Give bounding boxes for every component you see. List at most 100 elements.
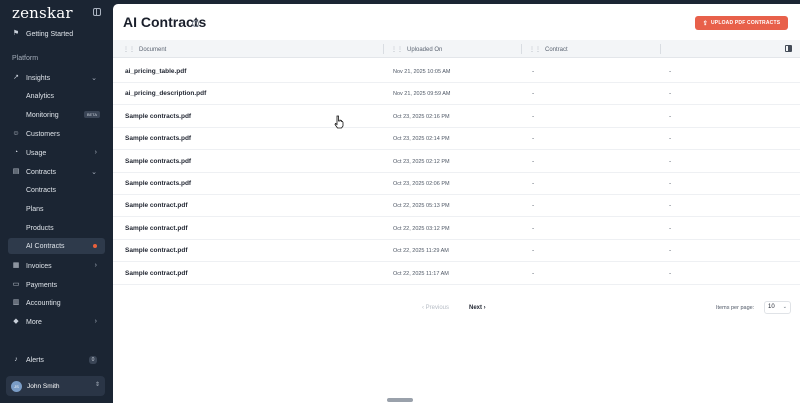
sidebar-item-ai-contracts[interactable]: AI Contracts <box>8 238 105 254</box>
sidebar-item-label: Products <box>26 224 54 232</box>
drag-handle-icon[interactable]: ⋮⋮ <box>391 47 403 53</box>
avatar: JS <box>11 380 22 392</box>
scroll-indicator[interactable] <box>387 398 413 402</box>
hand-cursor-icon <box>334 115 344 129</box>
document-cell[interactable]: Sample contracts.pdf <box>125 158 191 165</box>
sidebar-item-insights[interactable]: ↗ Insights ⌄ <box>8 70 105 86</box>
beta-badge: BETA <box>83 111 100 118</box>
table-row[interactable]: Sample contract.pdf Oct 22, 2025 03:12 PM… <box>113 218 800 240</box>
column-label: Uploaded On <box>407 47 443 53</box>
flag-icon: ⚑ <box>12 30 20 37</box>
sidebar-item-label: Payments <box>26 281 58 289</box>
sidebar: zenskar ⚑ Getting Started Platform ↗ Ins… <box>0 0 112 403</box>
items-per-page-value: 10 <box>768 304 775 310</box>
user-name: John Smith <box>27 382 60 390</box>
alerts-count-badge: 0 <box>89 356 97 364</box>
chevron-down-icon: ⌄ <box>91 75 97 82</box>
sidebar-item-label: Accounting <box>26 299 61 307</box>
contract-cell: - <box>532 135 535 143</box>
card-icon: ▭ <box>12 281 20 288</box>
sidebar-item-label: Contracts <box>26 186 56 194</box>
sidebar-item-label: Usage <box>26 149 47 157</box>
column-resize-handle[interactable] <box>660 44 661 54</box>
contract-cell: - <box>532 112 535 120</box>
uploaded-on-cell: Oct 22, 2025 11:29 AM <box>393 248 449 255</box>
table-row[interactable]: ai_pricing_table.pdf Nov 21, 2025 10:05 A… <box>113 61 800 83</box>
table-row[interactable]: Sample contracts.pdf Oct 23, 2025 02:14 P… <box>113 128 800 151</box>
column-header-document[interactable]: ⋮⋮ Document <box>123 46 166 53</box>
sidebar-item-accounting[interactable]: ▥ Accounting <box>8 295 105 311</box>
next-page-button[interactable]: Next › <box>469 305 486 311</box>
table-row[interactable]: Sample contract.pdf Oct 22, 2025 11:17 AM… <box>113 263 800 285</box>
more-icon: ◆ <box>13 318 19 325</box>
items-per-page-select[interactable]: 10 ⌄ <box>764 301 791 314</box>
table-row[interactable]: Sample contract.pdf Oct 22, 2025 11:29 AM… <box>113 240 800 263</box>
contract-cell: - <box>532 90 535 98</box>
sidebar-item-contracts-sub[interactable]: Contracts <box>8 182 105 198</box>
column-resize-handle[interactable] <box>521 44 522 54</box>
notification-dot <box>93 244 97 248</box>
column-header-uploaded-on[interactable]: ⋮⋮ Uploaded On <box>391 46 442 53</box>
chevron-down-icon: ⌄ <box>782 304 787 310</box>
column-header-contract[interactable]: ⋮⋮ Contract <box>529 46 568 53</box>
sidebar-item-plans[interactable]: Plans <box>8 201 105 217</box>
contract-cell: - <box>532 157 535 165</box>
chevron-updown-icon: ⇕ <box>94 382 100 388</box>
drag-handle-icon[interactable]: ⋮⋮ <box>529 47 541 53</box>
sidebar-item-payments[interactable]: ▭ Payments <box>8 277 105 293</box>
ledger-icon: ▥ <box>12 299 20 306</box>
drag-handle-icon[interactable]: ⋮⋮ <box>123 47 135 53</box>
sidebar-item-getting-started[interactable]: ⚑ Getting Started <box>8 26 105 42</box>
contract-cell: - <box>532 224 535 232</box>
sidebar-item-label: Insights <box>26 74 51 82</box>
extra-cell: - <box>669 135 672 143</box>
sidebar-item-more[interactable]: ◆ More › <box>8 314 105 330</box>
document-cell[interactable]: Sample contracts.pdf <box>125 180 191 187</box>
document-cell[interactable]: Sample contract.pdf <box>125 225 187 232</box>
sidebar-item-label: Analytics <box>26 92 55 100</box>
document-cell[interactable]: ai_pricing_description.pdf <box>125 90 206 97</box>
sidebar-item-label: More <box>26 318 42 326</box>
document-cell[interactable]: Sample contract.pdf <box>125 202 187 209</box>
sidebar-item-products[interactable]: Products <box>8 220 105 236</box>
table-row[interactable]: ai_pricing_description.pdf Nov 21, 2025 0… <box>113 83 800 106</box>
brand-logo[interactable]: zenskar <box>12 4 73 22</box>
user-menu[interactable]: JS John Smith ⇕ <box>6 376 105 396</box>
sidebar-item-alerts[interactable]: ♪ Alerts 0 <box>8 352 105 368</box>
extra-cell: - <box>669 269 672 277</box>
sidebar-item-contracts[interactable]: ▤ Contracts ⌄ <box>8 164 105 180</box>
column-label: Contract <box>545 47 568 53</box>
sidebar-collapse-icon[interactable] <box>93 8 101 16</box>
upload-button-label: UPLOAD PDF CONTRACTS <box>710 20 781 26</box>
sidebar-item-analytics[interactable]: Analytics <box>8 88 105 104</box>
extra-cell: - <box>669 157 672 165</box>
document-cell[interactable]: Sample contract.pdf <box>125 247 187 254</box>
uploaded-on-cell: Oct 23, 2025 02:16 PM <box>393 113 450 120</box>
document-cell[interactable]: Sample contracts.pdf <box>125 113 191 120</box>
column-resize-handle[interactable] <box>383 44 384 54</box>
sidebar-item-usage[interactable]: ◔ Usage › <box>8 145 105 161</box>
extra-cell: - <box>669 68 672 75</box>
contract-cell: - <box>532 247 535 255</box>
info-icon[interactable]: i <box>192 20 199 27</box>
document-cell[interactable]: Sample contracts.pdf <box>125 135 191 142</box>
main-panel: AI Contracts i ⇪ UPLOAD PDF CONTRACTS ⋮⋮… <box>113 4 800 403</box>
table-row[interactable]: Sample contracts.pdf Oct 23, 2025 02:16 P… <box>113 106 800 128</box>
sidebar-item-label: AI Contracts <box>26 242 65 250</box>
table-row[interactable]: Sample contract.pdf Oct 22, 2025 05:13 PM… <box>113 195 800 218</box>
sidebar-item-label: Plans <box>26 205 44 213</box>
upload-pdf-contracts-button[interactable]: ⇪ UPLOAD PDF CONTRACTS <box>695 16 788 30</box>
users-icon: ☺ <box>12 130 20 137</box>
chart-icon: ↗ <box>13 74 19 81</box>
contract-cell: - <box>532 269 535 277</box>
document-cell[interactable]: Sample contract.pdf <box>125 270 187 277</box>
table-row[interactable]: Sample contracts.pdf Oct 23, 2025 02:12 P… <box>113 151 800 173</box>
previous-page-button[interactable]: ‹ Previous <box>422 305 449 311</box>
document-cell[interactable]: ai_pricing_table.pdf <box>125 68 186 75</box>
column-toggle-icon[interactable] <box>785 45 792 52</box>
sidebar-item-invoices[interactable]: ▦ Invoices › <box>8 258 105 274</box>
sidebar-item-customers[interactable]: ☺ Customers <box>8 126 105 142</box>
upload-icon: ⇪ <box>702 20 708 27</box>
table-row[interactable]: Sample contracts.pdf Oct 23, 2025 02:06 P… <box>113 173 800 195</box>
sidebar-item-monitoring[interactable]: Monitoring BETA <box>8 107 105 123</box>
